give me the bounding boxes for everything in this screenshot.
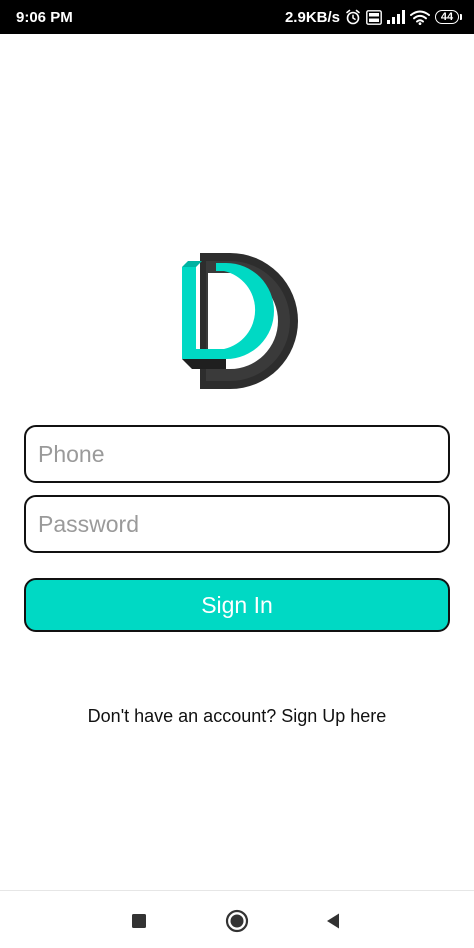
home-button[interactable] bbox=[222, 906, 252, 936]
status-bar: 9:06 PM 2.9KB/s 44 bbox=[0, 0, 474, 34]
status-icons: 2.9KB/s 44 bbox=[285, 9, 462, 26]
wifi-icon bbox=[410, 10, 430, 25]
phone-field[interactable] bbox=[24, 425, 450, 483]
back-icon bbox=[327, 913, 339, 929]
password-input[interactable] bbox=[38, 510, 436, 538]
sign-up-link[interactable]: Don't have an account? Sign Up here bbox=[0, 706, 474, 727]
back-button[interactable] bbox=[318, 906, 348, 936]
d-logo-icon bbox=[182, 253, 298, 389]
signal-icon bbox=[387, 10, 405, 24]
navigation-bar bbox=[0, 890, 474, 948]
network-speed: 2.9KB/s bbox=[284, 8, 340, 26]
volte-icon bbox=[366, 9, 382, 25]
recents-button[interactable] bbox=[124, 906, 154, 936]
sign-in-button[interactable]: Sign In bbox=[24, 578, 450, 632]
recents-icon bbox=[132, 914, 146, 928]
alarm-icon bbox=[346, 9, 360, 25]
status-time: 9:06 PM bbox=[16, 8, 73, 26]
phone-input[interactable] bbox=[38, 440, 436, 468]
battery-icon: 44 bbox=[435, 10, 462, 24]
password-field[interactable] bbox=[24, 495, 450, 553]
home-icon bbox=[225, 909, 249, 933]
battery-level: 44 bbox=[435, 10, 459, 24]
